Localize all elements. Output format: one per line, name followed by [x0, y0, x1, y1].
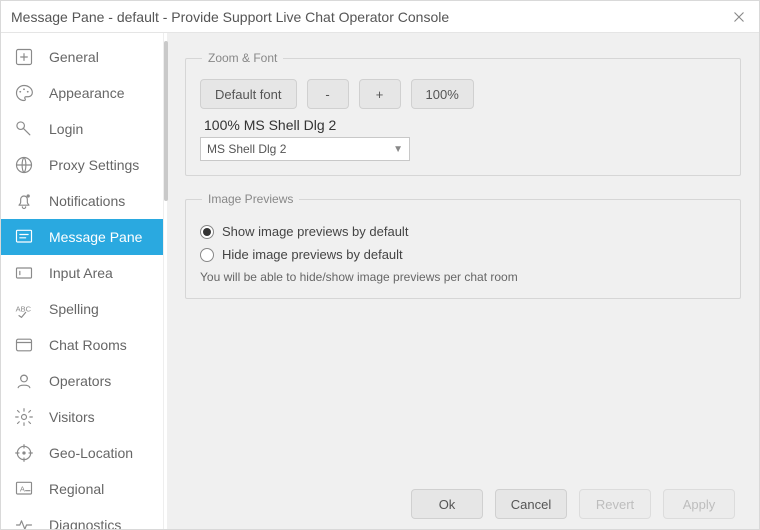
sidebar-item-label: Notifications	[49, 193, 125, 209]
sidebar-item-proxy[interactable]: Proxy Settings	[1, 147, 163, 183]
sidebar-item-label: Chat Rooms	[49, 337, 127, 353]
apply-button[interactable]: Apply	[663, 489, 735, 519]
content-pane: Zoom & Font Default font - + 100% 100% M…	[167, 33, 759, 529]
geolocation-icon	[13, 442, 35, 464]
font-select[interactable]: MS Shell Dlg 2 ▼	[200, 137, 410, 161]
globe-icon	[13, 154, 35, 176]
sidebar-item-label: Diagnostics	[49, 517, 121, 529]
sidebar-item-label: General	[49, 49, 99, 65]
sidebar-item-message-pane[interactable]: Message Pane	[1, 219, 163, 255]
close-icon	[733, 11, 745, 23]
image-previews-legend: Image Previews	[202, 192, 299, 206]
sidebar-item-label: Operators	[49, 373, 111, 389]
gear-icon	[13, 406, 35, 428]
regional-icon: A	[13, 478, 35, 500]
sidebar-item-regional[interactable]: A Regional	[1, 471, 163, 507]
diagnostics-icon	[13, 514, 35, 529]
radio-show-previews[interactable]: Show image previews by default	[200, 224, 726, 239]
zoom-font-legend: Zoom & Font	[202, 51, 283, 65]
zoom-in-button[interactable]: +	[359, 79, 401, 109]
sidebar-item-label: Login	[49, 121, 83, 137]
plus-square-icon	[13, 46, 35, 68]
zoom-out-button[interactable]: -	[307, 79, 349, 109]
radio-show-label: Show image previews by default	[222, 224, 408, 239]
sidebar-item-spelling[interactable]: ABC Spelling	[1, 291, 163, 327]
svg-text:A: A	[20, 485, 25, 494]
ok-button[interactable]: Ok	[411, 489, 483, 519]
sidebar-item-login[interactable]: Login	[1, 111, 163, 147]
current-font-label: 100% MS Shell Dlg 2	[204, 117, 726, 133]
bell-icon	[13, 190, 35, 212]
sidebar-item-geo-location[interactable]: Geo-Location	[1, 435, 163, 471]
input-area-icon	[13, 262, 35, 284]
sidebar-item-appearance[interactable]: Appearance	[1, 75, 163, 111]
cancel-button[interactable]: Cancel	[495, 489, 567, 519]
radio-hide-previews[interactable]: Hide image previews by default	[200, 247, 726, 262]
palette-icon	[13, 82, 35, 104]
message-pane-icon	[13, 226, 35, 248]
sidebar-item-label: Proxy Settings	[49, 157, 139, 173]
zoom-reset-button[interactable]: 100%	[411, 79, 474, 109]
revert-button[interactable]: Revert	[579, 489, 651, 519]
sidebar-scrollbar-thumb[interactable]	[164, 41, 168, 201]
sidebar-item-label: Geo-Location	[49, 445, 133, 461]
svg-text:ABC: ABC	[16, 305, 32, 314]
window-icon	[13, 334, 35, 356]
sidebar-scrollbar[interactable]	[163, 33, 167, 529]
radio-icon	[200, 225, 214, 239]
close-button[interactable]	[727, 5, 751, 29]
zoom-font-group: Zoom & Font Default font - + 100% 100% M…	[185, 51, 741, 176]
window-title: Message Pane - default - Provide Support…	[11, 9, 727, 25]
sidebar-item-label: Spelling	[49, 301, 99, 317]
settings-window: Message Pane - default - Provide Support…	[0, 0, 760, 530]
sidebar-item-operators[interactable]: Operators	[1, 363, 163, 399]
operator-icon	[13, 370, 35, 392]
sidebar-item-general[interactable]: General	[1, 39, 163, 75]
sidebar-item-label: Visitors	[49, 409, 95, 425]
sidebar-item-visitors[interactable]: Visitors	[1, 399, 163, 435]
radio-hide-label: Hide image previews by default	[222, 247, 403, 262]
sidebar-item-label: Appearance	[49, 85, 125, 101]
font-select-value: MS Shell Dlg 2	[207, 142, 286, 156]
sidebar: General Appearance Login Proxy Settings Noti…	[1, 33, 167, 529]
titlebar: Message Pane - default - Provide Support…	[1, 1, 759, 33]
sidebar-item-notifications[interactable]: Notifications	[1, 183, 163, 219]
default-font-button[interactable]: Default font	[200, 79, 297, 109]
sidebar-item-label: Input Area	[49, 265, 113, 281]
sidebar-item-label: Regional	[49, 481, 104, 497]
key-icon	[13, 118, 35, 140]
radio-icon	[200, 248, 214, 262]
sidebar-item-input-area[interactable]: Input Area	[1, 255, 163, 291]
chevron-down-icon: ▼	[393, 144, 403, 155]
sidebar-item-diagnostics[interactable]: Diagnostics	[1, 507, 163, 529]
spelling-icon: ABC	[13, 298, 35, 320]
sidebar-item-chat-rooms[interactable]: Chat Rooms	[1, 327, 163, 363]
image-previews-help: You will be able to hide/show image prev…	[200, 270, 726, 284]
sidebar-item-label: Message Pane	[49, 229, 142, 245]
image-previews-group: Image Previews Show image previews by de…	[185, 192, 741, 299]
dialog-footer: Ok Cancel Revert Apply	[185, 479, 741, 529]
